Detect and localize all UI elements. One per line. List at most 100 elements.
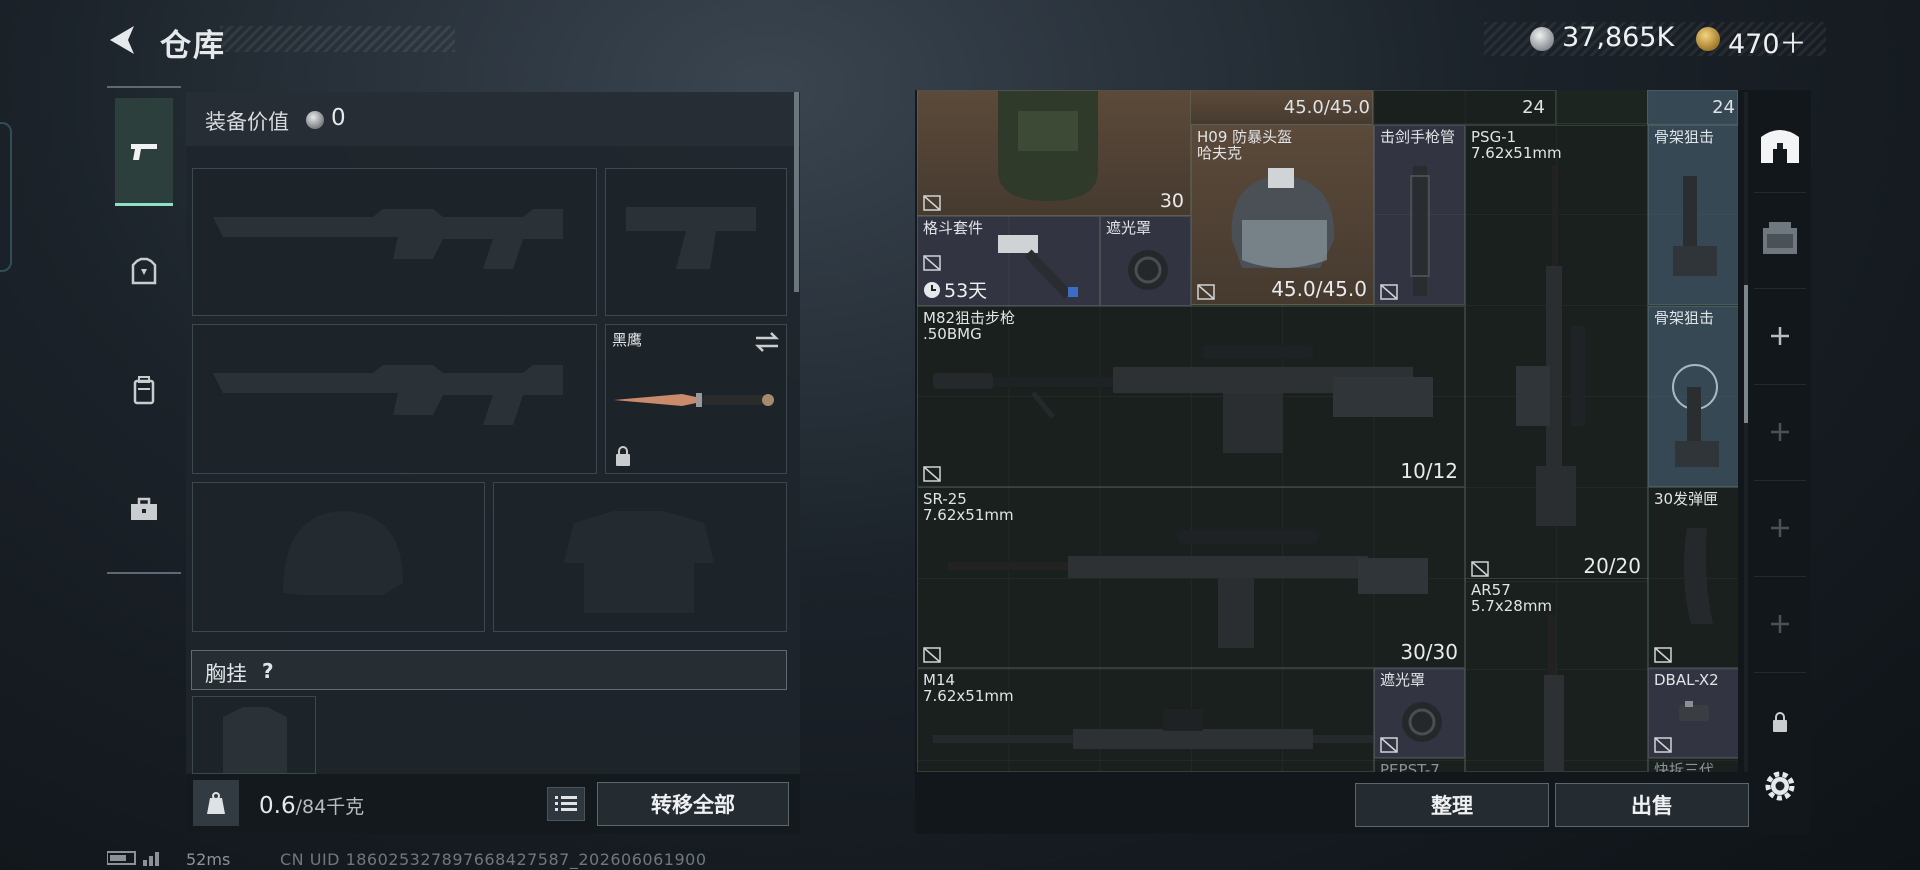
help-icon[interactable]: ? [262, 659, 274, 683]
lock-icon[interactable] [1758, 700, 1802, 744]
inventory-scroll-track [1744, 92, 1748, 772]
item-name: PSG-1 7.62x51mm [1471, 128, 1562, 162]
add-slot-plus-icon[interactable] [1758, 314, 1802, 358]
inventory-item-stock-2[interactable]: 骨架狙击 [1648, 306, 1738, 487]
add-slot-plus-icon[interactable] [1758, 410, 1802, 454]
item-name: 遮光罩 [1106, 219, 1152, 237]
back-arrow-icon[interactable] [104, 22, 140, 58]
item-name: 骨架狙击 [1654, 128, 1715, 146]
ammo-count: 10/12 [1400, 459, 1458, 483]
stack-count: 24 [1522, 97, 1545, 118]
rifle-psg1-icon [1516, 166, 1585, 526]
equipment-value-label: 装备价值 [205, 110, 289, 134]
chest-rig-slot[interactable] [192, 696, 316, 774]
carry-weight-value: 0.6 [259, 793, 296, 819]
inventory-item-stock-1[interactable]: 骨架狙击 [1648, 125, 1738, 305]
inventory-item-fighting-kit[interactable]: 格斗套件 53天 [917, 216, 1100, 306]
item-count: 30 [1159, 190, 1184, 212]
gold-balance[interactable]: 470＋ [1728, 22, 1807, 61]
tab-armor[interactable] [115, 218, 173, 326]
lock-icon [1380, 284, 1398, 300]
stock-icon [1673, 176, 1717, 276]
carry-weight: 0.6/84千克 [259, 792, 364, 819]
ammo-count: 30/30 [1400, 640, 1458, 664]
body-armor-slot[interactable] [493, 482, 787, 632]
item-name: H09 防暴头盔 哈夫克 [1197, 128, 1293, 162]
silver-coin-icon [1530, 27, 1554, 51]
add-slot-plus-icon[interactable] [1758, 506, 1802, 550]
gear-icon[interactable] [1758, 764, 1802, 808]
title-stripe-decoration [220, 26, 455, 52]
helmet-slot[interactable] [192, 482, 485, 632]
tab-weapons[interactable] [115, 98, 173, 206]
inventory-item-dbal[interactable]: DBAL-X2 [1648, 668, 1738, 758]
lock-icon [923, 195, 941, 211]
user-uid: CN UID 186025327897668427587_20260606190… [280, 850, 707, 869]
lock-icon [923, 255, 941, 271]
inventory-item-psg1[interactable]: PSG-1 7.62x51mm 20/20 [1465, 125, 1648, 582]
lock-icon [923, 466, 941, 482]
vault-icon[interactable] [1758, 124, 1802, 168]
page-title: 仓库 [160, 28, 226, 64]
vest-silhouette-icon [564, 511, 714, 613]
helmet-icon [1231, 168, 1335, 268]
add-slot-plus-icon[interactable] [1758, 602, 1802, 646]
inventory-item-strip[interactable]: 24 [1647, 90, 1738, 125]
item-name: DBAL-X2 [1654, 671, 1719, 689]
primary-weapon-slot-1[interactable] [192, 168, 597, 316]
melee-name: 黑鹰 [612, 331, 643, 349]
lock-icon [1197, 284, 1215, 300]
inventory-item-flash-hider-1[interactable]: 遮光罩 [1100, 216, 1191, 306]
item-name: AR57 5.7x28mm [1471, 581, 1553, 615]
tab-case[interactable] [115, 456, 173, 564]
sidearm-slot[interactable] [605, 168, 787, 316]
inventory-item-flash-hider-2[interactable]: 遮光罩 [1374, 668, 1465, 758]
carry-weight-max: /84千克 [295, 796, 365, 818]
sell-button[interactable]: 出售 [1555, 783, 1749, 827]
lock-icon [923, 647, 941, 663]
equipment-scrollbar[interactable] [794, 92, 799, 292]
inventory-item-magazine[interactable]: 30发弹匣 [1648, 487, 1738, 668]
timer-icon [924, 282, 940, 298]
rifle-m14-icon [933, 709, 1373, 749]
item-timer: 53天 [944, 280, 988, 302]
rifle-m82-icon [933, 345, 1433, 453]
item-name: 30发弹匣 [1654, 490, 1719, 508]
transfer-all-button[interactable]: 转移全部 [597, 782, 789, 826]
inventory-scrollbar[interactable] [1744, 285, 1748, 423]
primary-weapon-slot-2[interactable] [192, 324, 597, 474]
chest-rig-label: 胸挂 [205, 662, 247, 686]
armor-tab-icon [131, 257, 157, 285]
inventory-item-ar57[interactable]: AR57 5.7x28mm [1465, 578, 1648, 772]
inventory-item-m14[interactable]: M14 7.62x51mm [917, 668, 1374, 772]
inventory-item-partial[interactable]: 快拆三代 [1648, 758, 1738, 772]
kg-icon [193, 780, 239, 826]
tab-backpack[interactable] [115, 336, 173, 444]
swap-icon[interactable] [754, 331, 780, 353]
equipment-value: 0 [331, 105, 346, 131]
silver-coin-icon [306, 111, 324, 129]
inventory-item-barrel[interactable]: 击剑手枪管 [1374, 125, 1465, 305]
pistol-tab-icon [131, 143, 157, 160]
list-icon [555, 796, 577, 811]
ping-readout: 52ms [186, 850, 231, 869]
inventory-item-backpack[interactable]: 30 [917, 90, 1191, 216]
item-name: 骨架狙击 [1654, 309, 1715, 327]
inventory-item-strip[interactable]: 24 [1373, 90, 1556, 125]
inventory-grid: 45.0/45.0 24 24 30 H09 防暴头盔 哈夫克 45.0/45.… [917, 90, 1738, 772]
sort-button[interactable]: 整理 [1355, 783, 1549, 827]
item-name: 快拆三代 [1654, 761, 1715, 772]
inventory-item-sr25[interactable]: SR-25 7.62x51mm 30/30 [917, 487, 1465, 668]
inventory-item-helmet[interactable]: H09 防暴头盔 哈夫克 45.0/45.0 [1191, 125, 1374, 305]
inventory-item-m82[interactable]: M82狙击步枪 .50BMG 10/12 [917, 306, 1465, 487]
list-view-button[interactable] [547, 787, 585, 821]
lock-icon [616, 446, 630, 466]
item-name: 遮光罩 [1380, 671, 1426, 689]
stash-icon[interactable] [1758, 216, 1802, 260]
magazine-icon [1683, 528, 1713, 624]
melee-slot[interactable]: 黑鹰 [605, 324, 787, 474]
inventory-item-partial[interactable]: PEPST-7 [1374, 758, 1465, 772]
chest-rig-header [191, 650, 787, 690]
laser-module-icon [1679, 701, 1709, 721]
item-name: M14 7.62x51mm [923, 671, 1014, 705]
